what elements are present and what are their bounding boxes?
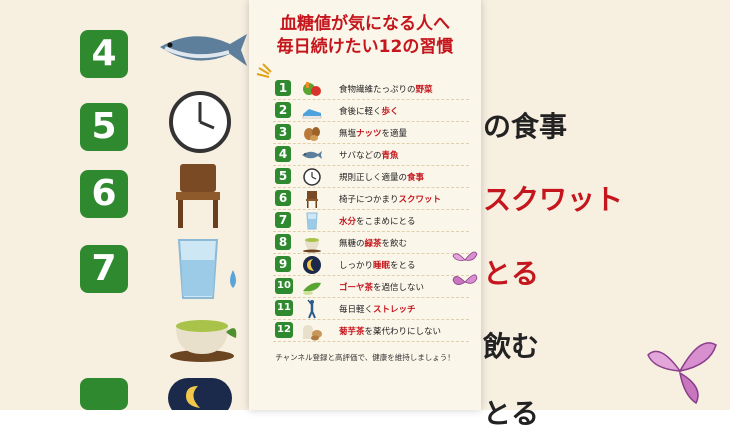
bitter-melon-icon [303, 282, 321, 295]
butterfly-icon [647, 342, 717, 405]
item-number: 5 [275, 168, 291, 184]
item-number: 3 [275, 124, 291, 140]
item-number: 2 [275, 102, 291, 118]
bg-text: 飲む [483, 330, 540, 363]
item-text: 食物繊維たっぷりの野菜 [339, 85, 433, 95]
item-number: 12 [275, 322, 293, 338]
list-item: 5 規則正しく適量の食事 [273, 167, 469, 188]
item-number: 4 [275, 146, 291, 162]
item-number: 6 [275, 190, 291, 206]
water-glass-icon [177, 239, 236, 299]
item-text: 椅子につかまりスクワット [339, 195, 442, 205]
list-item: 12 菊芋茶を薬代わりにしない [273, 321, 469, 342]
bg-number: 6 [80, 170, 128, 218]
bg-number: 5 [80, 103, 128, 151]
fish-icon [160, 34, 247, 66]
moon-icon [168, 378, 232, 410]
item-text: 毎日軽くストレッチ [339, 305, 416, 315]
bg-number: 4 [80, 30, 128, 78]
chair-icon [176, 164, 220, 228]
list-item: 2 食後に軽く歩く [273, 101, 469, 122]
stretch-person-icon [307, 299, 316, 319]
list-item: 9 しっかり睡眠をとる [273, 255, 469, 276]
item-text: 無塩ナッツを適量 [339, 129, 408, 139]
sunchoke-icon [303, 325, 322, 341]
clock-icon [169, 91, 231, 153]
chair-icon [306, 191, 318, 208]
title-line-1: 血糖値が気になる人へ [280, 14, 450, 34]
list-item: 11 毎日軽くストレッチ [273, 299, 469, 320]
item-text: サバなどの青魚 [339, 151, 399, 161]
list-item: 3 無塩ナッツを適量 [273, 123, 469, 144]
nuts-icon [304, 127, 320, 141]
item-text: ゴーヤ茶を過信しない [339, 283, 425, 293]
bg-number-partial [80, 378, 128, 410]
item-text: 菊芋茶を薬代わりにしない [339, 327, 442, 337]
clock-icon [303, 168, 321, 186]
item-number: 11 [275, 300, 293, 316]
item-text: 規則正しく適量の食事 [339, 173, 425, 183]
footer-message: チャンネル登録と高評価で、健康を維持しましょう！ [275, 353, 455, 362]
list-item: 7 水分をこまめにとる [273, 211, 469, 232]
bg-number: 7 [80, 245, 128, 293]
item-text: 水分をこまめにとる [339, 217, 416, 227]
bg-text: の食事 [483, 110, 568, 143]
item-number: 10 [275, 278, 293, 294]
title-line-2: 毎日続けたい12の習慣 [276, 37, 454, 57]
bg-text: スクワット [483, 183, 624, 216]
moon-icon [303, 256, 321, 274]
item-number: 7 [275, 212, 291, 228]
butterfly-icon [452, 251, 478, 285]
item-text: 無糖の緑茶を飲む [339, 239, 408, 249]
item-number: 1 [275, 80, 291, 96]
list-item: 8 無糖の緑茶を飲む [273, 233, 469, 254]
bg-text: とる [483, 257, 540, 290]
item-text: しっかり睡眠をとる [339, 261, 416, 271]
list-item: 4 サバなどの青魚 [273, 145, 469, 166]
green-tea-icon [303, 238, 321, 253]
item-number: 8 [275, 234, 291, 250]
sparkle-lines-icon [256, 63, 272, 78]
list-item: 1 食物繊維たっぷりの野菜 [273, 79, 469, 100]
list-item: 6 椅子につかまりスクワット [273, 189, 469, 210]
green-tea-icon [170, 320, 237, 362]
bg-text: とる [483, 397, 540, 430]
item-text: 食後に軽く歩く [339, 107, 399, 117]
vegetables-icon [303, 82, 321, 96]
item-number: 9 [275, 256, 291, 272]
water-glass-icon [306, 212, 318, 230]
habit-card: 血糖値が気になる人へ 毎日続けたい12の習慣 1 食物繊維たっぷりの野菜 2 食… [249, 0, 481, 410]
fish-icon [302, 151, 322, 159]
list-item: 10 ゴーヤ茶を過信しない [273, 277, 469, 298]
sneaker-icon [302, 109, 322, 119]
